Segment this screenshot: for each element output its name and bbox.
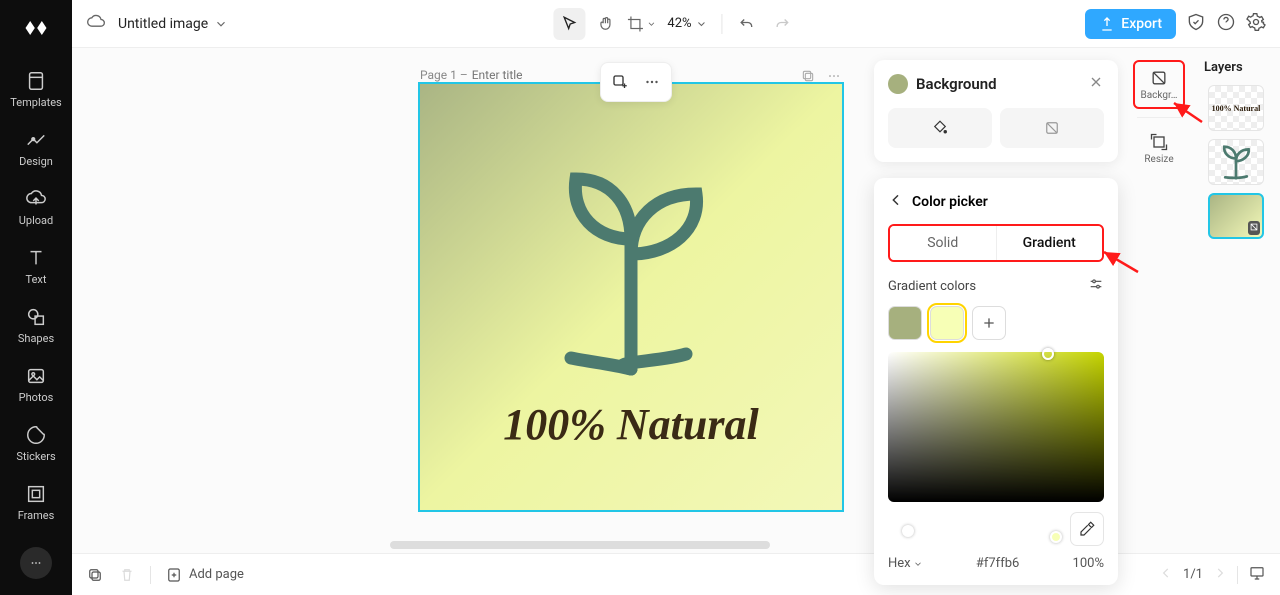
- shield-icon[interactable]: [1186, 12, 1206, 36]
- nav-templates[interactable]: Templates: [0, 60, 72, 119]
- background-swatch-icon: [888, 74, 908, 94]
- zoom-level[interactable]: 42%: [661, 16, 713, 31]
- color-mode-tabs: Solid Gradient: [888, 224, 1104, 262]
- color-picker-back[interactable]: [888, 192, 904, 212]
- saturation-value-picker[interactable]: [888, 352, 1104, 502]
- top-bar: Untitled image 42% Export: [72, 0, 1280, 48]
- bg-image-tab[interactable]: [1000, 108, 1104, 148]
- undo-button[interactable]: [731, 8, 763, 40]
- nav-design[interactable]: Design: [0, 119, 72, 178]
- layers-title: Layers: [1200, 60, 1272, 75]
- canvas-tools: 42%: [553, 8, 798, 40]
- horizontal-scrollbar[interactable]: [390, 541, 770, 549]
- hex-value[interactable]: #f7ffb6: [933, 556, 1063, 571]
- color-picker-title: Color picker: [912, 194, 988, 210]
- context-toolbar: [600, 62, 672, 102]
- settings-icon[interactable]: [1246, 12, 1266, 36]
- export-icon: [1099, 16, 1115, 32]
- document-title[interactable]: Untitled image: [118, 16, 228, 32]
- pages-overview-button[interactable]: [86, 566, 104, 584]
- rail-background[interactable]: Backgr…: [1133, 60, 1185, 109]
- nav-label: Design: [19, 155, 53, 168]
- layer-text[interactable]: 100% Natural: [1208, 85, 1264, 131]
- nav-upload[interactable]: Upload: [0, 178, 72, 237]
- divider: [1237, 566, 1238, 584]
- app-logo[interactable]: [16, 8, 56, 48]
- nav-label: Shapes: [18, 332, 54, 345]
- page-label: Page 1 –: [420, 68, 542, 82]
- nav-label: Templates: [10, 96, 61, 109]
- nav-label: Frames: [18, 509, 55, 522]
- next-page-button[interactable]: [1213, 566, 1227, 584]
- delete-page-button[interactable]: [118, 566, 136, 584]
- gradient-stop-2[interactable]: [930, 306, 964, 340]
- background-panel-title: Background: [916, 75, 1080, 93]
- page-indicator: 1/1: [1183, 567, 1203, 582]
- tab-solid[interactable]: Solid: [890, 226, 996, 260]
- left-sidebar: Templates Design Upload Text Shapes Phot…: [0, 0, 72, 595]
- rail-resize[interactable]: Resize: [1133, 126, 1185, 171]
- gradient-settings-icon[interactable]: [1088, 276, 1104, 296]
- canvas-text: 100% Natural: [420, 399, 842, 450]
- chevron-down-icon: [646, 19, 656, 29]
- color-picker-panel: Color picker Solid Gradient Gradient col…: [874, 178, 1118, 585]
- nav-photos[interactable]: Photos: [0, 355, 72, 414]
- nav-label: Text: [26, 273, 47, 286]
- sv-cursor: [1042, 348, 1054, 360]
- nav-frames[interactable]: Frames: [0, 473, 72, 532]
- page-title-input[interactable]: [472, 68, 542, 82]
- divider: [150, 566, 151, 584]
- nav-stickers[interactable]: Stickers: [0, 414, 72, 473]
- layer-bg-icon: [1248, 221, 1260, 235]
- chevron-down-icon: [696, 18, 708, 30]
- nav-shapes[interactable]: Shapes: [0, 296, 72, 355]
- plant-artwork: [511, 144, 751, 384]
- gradient-colors-label: Gradient colors: [888, 279, 976, 294]
- layer-background[interactable]: [1208, 193, 1264, 239]
- bg-fill-tab[interactable]: [888, 108, 992, 148]
- chevron-down-icon: [913, 559, 923, 569]
- help-icon[interactable]: [1216, 12, 1236, 36]
- present-button[interactable]: [1248, 564, 1266, 586]
- eyedropper-button[interactable]: [1070, 512, 1104, 546]
- background-panel: Background: [874, 60, 1118, 162]
- nav-more[interactable]: [20, 547, 52, 579]
- gradient-stop-1[interactable]: [888, 306, 922, 340]
- chevron-down-icon: [214, 17, 228, 31]
- alpha-cursor: [1050, 531, 1062, 543]
- nav-label: Stickers: [16, 450, 55, 463]
- hand-tool[interactable]: [589, 8, 621, 40]
- add-page-button[interactable]: Add page: [165, 566, 244, 584]
- close-background-panel[interactable]: [1088, 74, 1104, 94]
- layers-panel: Layers 100% Natural: [1200, 60, 1272, 247]
- redo-button[interactable]: [767, 8, 799, 40]
- gradient-add-stop[interactable]: [972, 306, 1006, 340]
- select-tool[interactable]: [553, 8, 585, 40]
- nav-label: Photos: [19, 391, 54, 404]
- rail-divider: [1137, 117, 1181, 118]
- hue-cursor: [902, 525, 914, 537]
- cloud-sync-icon[interactable]: [86, 12, 106, 36]
- canvas-frame[interactable]: 100% Natural: [418, 82, 844, 512]
- crop-tool[interactable]: [625, 8, 657, 40]
- add-element-button[interactable]: [605, 67, 635, 97]
- opacity-value[interactable]: 100%: [1073, 556, 1104, 571]
- hex-format-select[interactable]: Hex: [888, 556, 923, 571]
- prev-page-button[interactable]: [1159, 566, 1173, 584]
- layer-plant[interactable]: [1208, 139, 1264, 185]
- top-right-tools: Export: [1085, 9, 1266, 39]
- export-button[interactable]: Export: [1085, 9, 1176, 39]
- nav-text[interactable]: Text: [0, 237, 72, 296]
- tab-gradient[interactable]: Gradient: [996, 226, 1103, 260]
- nav-label: Upload: [19, 214, 53, 227]
- right-rail: Backgr… Resize: [1128, 60, 1190, 171]
- more-options-button[interactable]: [637, 67, 667, 97]
- divider: [722, 14, 723, 34]
